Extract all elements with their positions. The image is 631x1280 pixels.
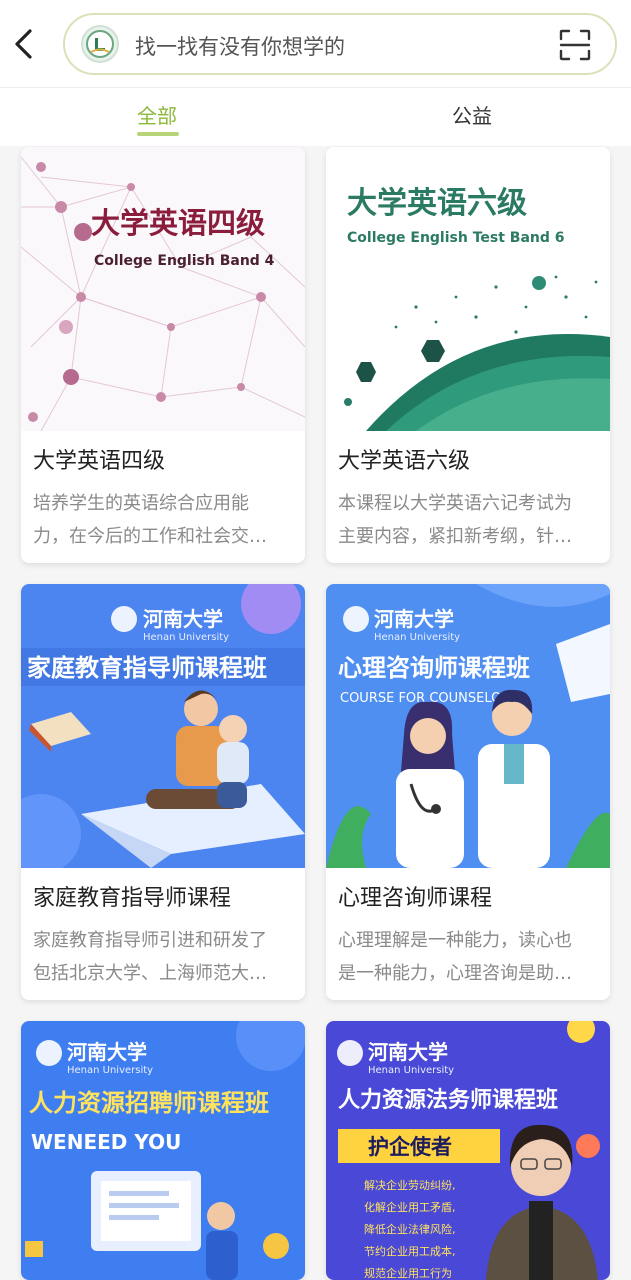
course-title: 心理咨询师课程 xyxy=(338,886,493,911)
cover-heading: 人力资源招聘师课程班 xyxy=(29,1089,269,1117)
cover-heading: 大学英语六级 xyxy=(347,186,527,221)
cover-heading: 家庭教育指导师课程班 xyxy=(27,654,267,682)
tab-all[interactable]: 全部 xyxy=(137,100,177,129)
course-card[interactable]: 大学英语四级 College English Band 4 大学英语四级 培养学… xyxy=(21,147,305,563)
course-cover: 河南大学 Henan University 家庭教育指导师课程班 xyxy=(21,584,305,868)
course-card[interactable]: 大学英语六级 College English Test Band 6 大学英语六… xyxy=(326,147,610,563)
course-description: 家庭教育指导师引进和研发了 包括北京大学、上海师范大… xyxy=(33,924,295,990)
cover-school: 河南大学 xyxy=(67,1040,147,1064)
cover-school-en: Henan University xyxy=(368,1065,454,1076)
cover-school: 河南大学 xyxy=(368,1040,448,1064)
cover-school: 河南大学 xyxy=(143,607,223,631)
cover-school-en: Henan University xyxy=(374,632,460,643)
active-tab-indicator xyxy=(137,132,179,136)
cover-line: 化解企业用工矛盾, xyxy=(364,1200,456,1214)
cover-subtitle: College English Test Band 6 xyxy=(347,230,565,246)
chevron-left-icon xyxy=(15,29,32,59)
cover-line: 规范企业用工行为 xyxy=(364,1266,452,1280)
course-card[interactable]: 河南大学 Henan University 人力资源法务师课程班 护企使者 解决… xyxy=(326,1021,610,1280)
course-card[interactable]: 河南大学 Henan University 人力资源招聘师课程班 WENEED … xyxy=(21,1021,305,1280)
desc-line: 主要内容，紧扣新考纲，针… xyxy=(338,526,572,547)
cover-school-en: Henan University xyxy=(67,1065,153,1076)
cover-line: 解决企业劳动纠纷, xyxy=(364,1178,456,1192)
desc-line: 力，在今后的工作和社会交… xyxy=(33,526,267,547)
course-title: 大学英语六级 xyxy=(338,449,471,474)
course-title: 家庭教育指导师课程 xyxy=(33,886,232,911)
course-cover: 大学英语六级 College English Test Band 6 xyxy=(326,147,610,431)
cover-subtitle: WENEED YOU xyxy=(31,1130,181,1154)
course-cover: 大学英语四级 College English Band 4 xyxy=(21,147,305,431)
scan-icon[interactable] xyxy=(558,28,592,62)
app-logo-icon xyxy=(81,25,119,63)
course-description: 心理理解是一种能力，读心也 是一种能力，心理咨询是助… xyxy=(338,924,600,990)
desc-line: 本课程以大学英语六记考试为 xyxy=(338,493,572,514)
course-card[interactable]: 河南大学 Henan University 家庭教育指导师课程班 家庭教育指导师… xyxy=(21,584,305,1000)
cover-heading: 心理咨询师课程班 xyxy=(338,654,530,682)
course-cover: 河南大学 Henan University 人力资源招聘师课程班 WENEED … xyxy=(21,1021,305,1280)
cover-subtitle: College English Band 4 xyxy=(94,253,275,269)
cover-badge: 护企使者 xyxy=(368,1135,452,1159)
course-card[interactable]: 河南大学 Henan University 心理咨询师课程班 COURSE FO… xyxy=(326,584,610,1000)
desc-line: 家庭教育指导师引进和研发了 xyxy=(33,930,267,951)
course-cover: 河南大学 Henan University 心理咨询师课程班 COURSE FO… xyxy=(326,584,610,868)
desc-line: 是一种能力，心理咨询是助… xyxy=(338,963,572,984)
cover-school-en: Henan University xyxy=(143,632,229,643)
desc-line: 培养学生的英语综合应用能 xyxy=(33,493,249,514)
category-tabs: 全部 公益 xyxy=(0,88,631,146)
cover-school: 河南大学 xyxy=(374,607,454,631)
search-input[interactable]: 找一找有没有你想学的 xyxy=(63,13,617,75)
cover-line: 节约企业用工成本, xyxy=(364,1244,456,1258)
top-bar: 找一找有没有你想学的 xyxy=(0,0,631,88)
search-placeholder: 找一找有没有你想学的 xyxy=(135,35,345,59)
tab-public-welfare[interactable]: 公益 xyxy=(452,100,492,129)
cover-heading: 大学英语四级 xyxy=(91,206,265,240)
course-description: 本课程以大学英语六记考试为 主要内容，紧扣新考纲，针… xyxy=(338,487,600,553)
course-description: 培养学生的英语综合应用能 力，在今后的工作和社会交… xyxy=(33,487,295,553)
cover-heading: 人力资源法务师课程班 xyxy=(338,1087,558,1113)
desc-line: 心理理解是一种能力，读心也 xyxy=(338,930,572,951)
desc-line: 包括北京大学、上海师范大… xyxy=(33,963,267,984)
back-button[interactable] xyxy=(8,22,44,66)
course-title: 大学英语四级 xyxy=(33,449,166,474)
cover-line: 降低企业法律风险, xyxy=(364,1222,456,1236)
course-cover: 河南大学 Henan University 人力资源法务师课程班 护企使者 解决… xyxy=(326,1021,610,1280)
